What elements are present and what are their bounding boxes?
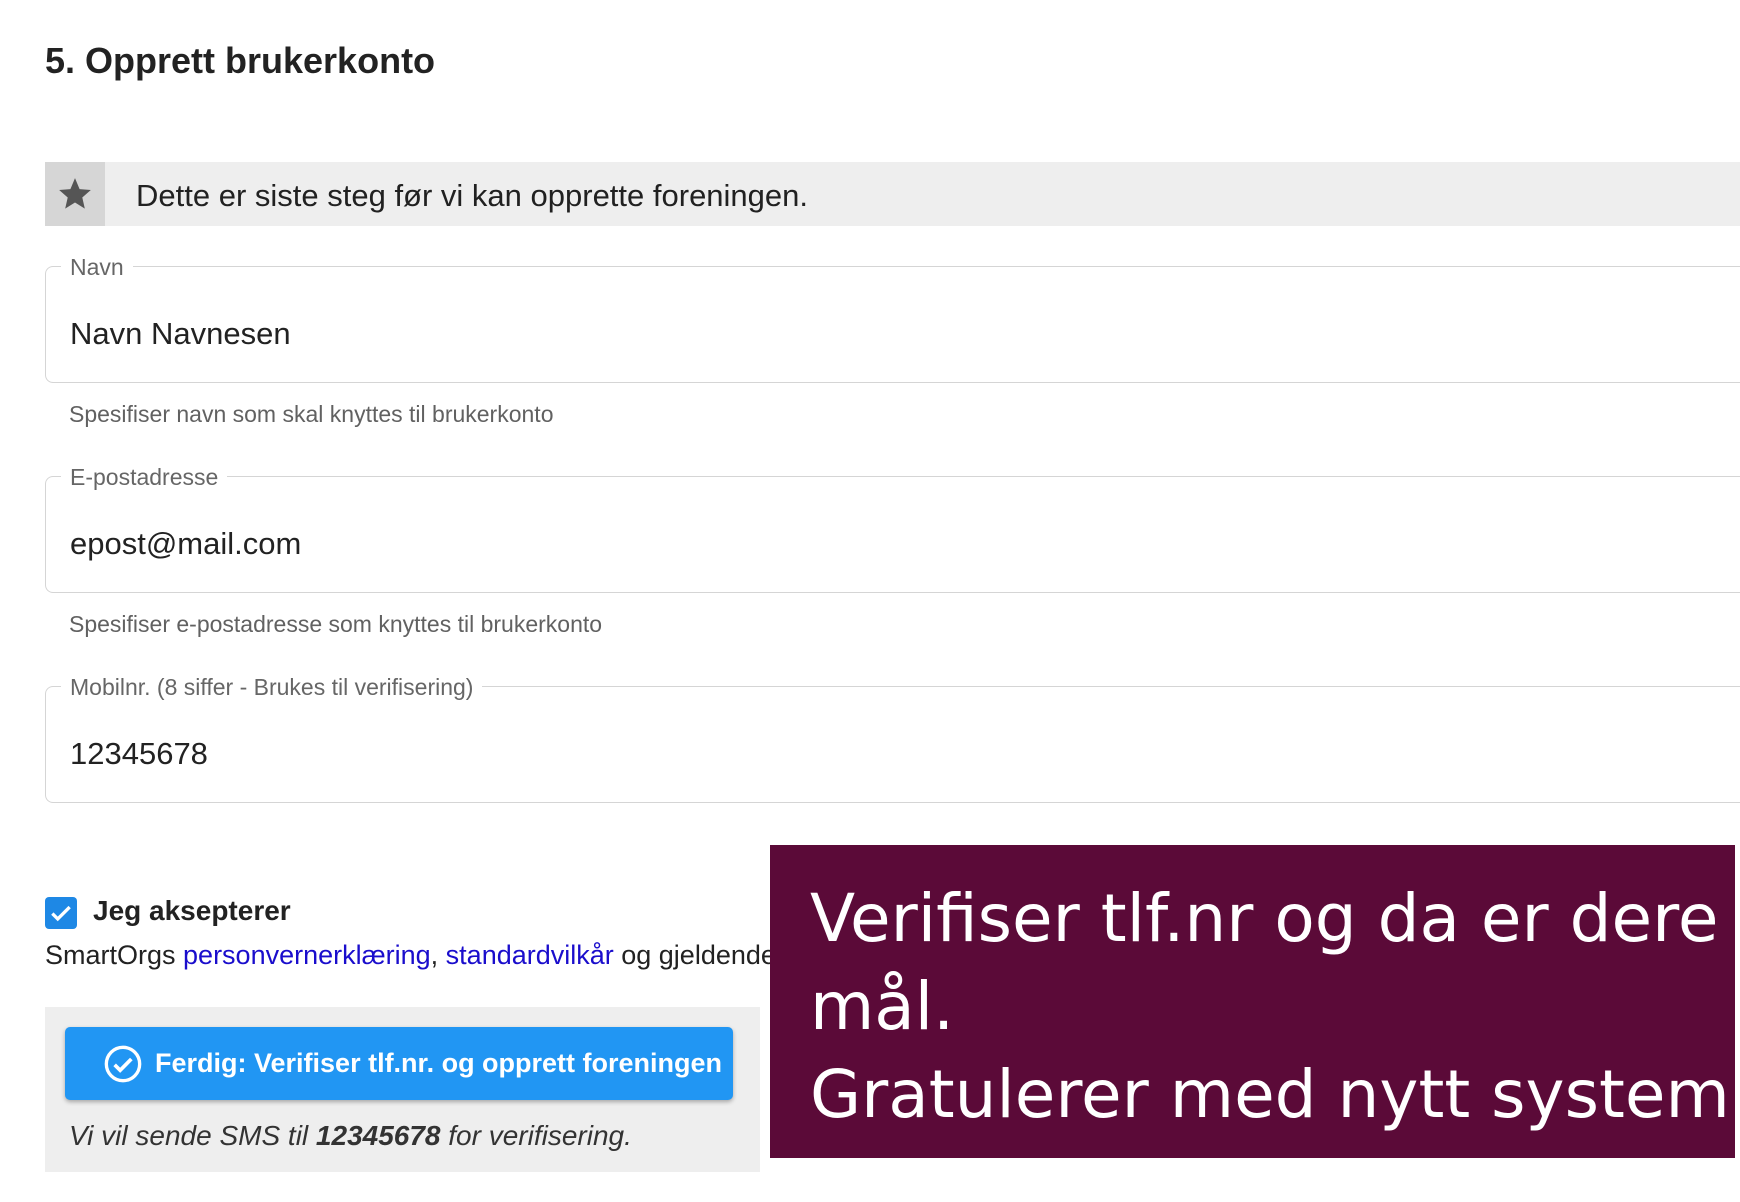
star-icon — [45, 162, 105, 226]
terms-separator: , — [430, 940, 446, 970]
finish-panel: Ferdig: Verifiser tlf.nr. og opprett for… — [45, 1007, 760, 1172]
terms-link[interactable]: standardvilkår — [446, 940, 614, 970]
mobile-field-label: Mobilnr. (8 siffer - Brukes til verifise… — [61, 674, 483, 700]
overlay-line-1: Verifiser tlf.nr og da er dere i — [810, 880, 1740, 957]
check-icon — [51, 905, 71, 922]
email-hint: Spesifiser e-postadresse som knyttes til… — [69, 611, 603, 637]
terms-prefix: SmartOrgs — [45, 940, 184, 970]
sms-note: Vi vil sende SMS til 12345678 for verifi… — [69, 1120, 632, 1152]
check-circle-icon — [103, 1044, 143, 1084]
overlay-line-3: Gratulerer med nytt system! — [810, 1056, 1740, 1133]
terms-suffix: og gjeldende — [613, 940, 776, 970]
privacy-link[interactable]: personvernerklæring — [183, 940, 431, 970]
sms-prefix: Vi vil sende SMS til — [69, 1120, 316, 1151]
mobile-field[interactable]: Mobilnr. (8 siffer - Brukes til verifise… — [45, 674, 1740, 803]
sms-suffix: for verifisering. — [440, 1120, 632, 1151]
sms-number: 12345678 — [315, 1120, 441, 1151]
name-field-label: Navn — [61, 254, 133, 280]
info-text: Dette er siste steg før vi kan opprette … — [136, 178, 809, 213]
name-input[interactable]: Navn Navnesen — [70, 316, 291, 352]
email-field-label: E-postadresse — [61, 464, 228, 490]
page-title: 5. Opprett brukerkonto — [45, 40, 436, 81]
info-banner: Dette er siste steg før vi kan opprette … — [45, 162, 1740, 226]
congratulations-overlay: Verifiser tlf.nr og da er dere i mål. Gr… — [770, 845, 1740, 1158]
terms-text: SmartOrgs personvernerklæring, standardv… — [45, 940, 776, 971]
email-field[interactable]: E-postadresse epost@mail.com — [45, 464, 1740, 593]
email-input[interactable]: epost@mail.com — [70, 526, 301, 562]
finish-button-label: Ferdig: Verifiser tlf.nr. og opprett for… — [155, 1048, 723, 1078]
name-hint: Spesifiser navn som skal knyttes til bru… — [69, 401, 554, 427]
mobile-input[interactable]: 12345678 — [70, 736, 208, 772]
name-field[interactable]: Navn Navn Navnesen — [45, 254, 1740, 383]
finish-button[interactable]: Ferdig: Verifiser tlf.nr. og opprett for… — [65, 1027, 733, 1100]
accept-checkbox[interactable] — [45, 897, 77, 929]
overlay-line-2: mål. — [810, 968, 955, 1045]
accept-label: Jeg aksepterer — [93, 895, 291, 926]
